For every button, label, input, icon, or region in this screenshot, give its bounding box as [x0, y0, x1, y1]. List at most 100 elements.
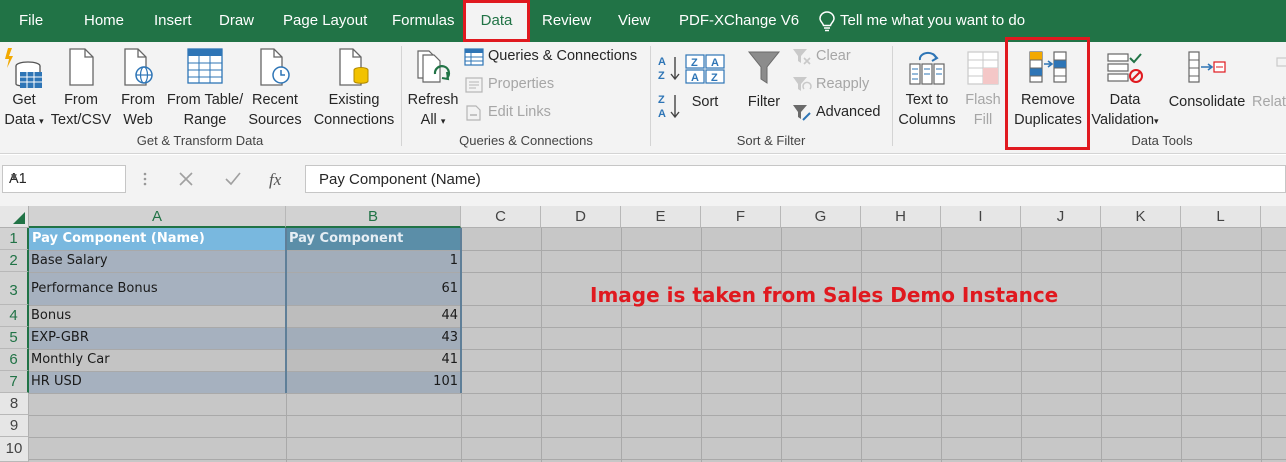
- sort-ascending-icon[interactable]: A Z: [657, 54, 681, 82]
- column-header-a[interactable]: A: [29, 206, 286, 228]
- ribbon-tab-bar: File Home Insert Draw Page Layout Formul…: [0, 0, 1286, 42]
- ribbon-data: Get Data ▾ From Text/CSV From Web From T…: [0, 42, 1286, 154]
- tab-pdf-xchange[interactable]: PDF-XChange V6: [679, 12, 799, 29]
- row-header-10[interactable]: 10: [0, 437, 29, 462]
- cell-b3[interactable]: 61: [441, 281, 458, 296]
- tab-file[interactable]: File: [19, 12, 43, 29]
- tab-view[interactable]: View: [618, 12, 650, 29]
- cell-a4[interactable]: Bonus: [31, 308, 71, 323]
- tab-page-layout[interactable]: Page Layout: [283, 12, 367, 29]
- existing-connections-label-1: Existing: [328, 92, 380, 108]
- row-header-5[interactable]: 5: [0, 327, 29, 349]
- row-header-1[interactable]: 1: [0, 228, 29, 250]
- name-box[interactable]: A1 ▼: [2, 165, 126, 193]
- flash-fill-button[interactable]: Flash Fill: [962, 46, 1004, 130]
- row-header-9[interactable]: 9: [0, 415, 29, 437]
- select-all-triangle-icon: [13, 212, 25, 224]
- data-validation-icon: [1107, 53, 1143, 83]
- filter-button[interactable]: Filter: [740, 46, 788, 130]
- consolidate-label: Consolidate: [1168, 94, 1246, 110]
- existing-connections-button[interactable]: Existing Connections: [310, 46, 398, 130]
- column-header-f[interactable]: F: [701, 206, 781, 228]
- column-header-b[interactable]: B: [286, 206, 461, 228]
- column-header-i[interactable]: I: [941, 206, 1021, 228]
- cell-b5[interactable]: 43: [441, 330, 458, 345]
- cancel-icon[interactable]: [178, 171, 194, 187]
- cell-a1[interactable]: Pay Component (Name): [32, 231, 205, 246]
- band-b2-b3: [286, 250, 461, 305]
- tab-draw[interactable]: Draw: [219, 12, 254, 29]
- formula-input-value: Pay Component (Name): [319, 171, 481, 188]
- chevron-down-icon[interactable]: ▼: [9, 172, 119, 183]
- refresh-all-button[interactable]: Refresh All ▾: [406, 46, 460, 130]
- cell-a2[interactable]: Base Salary: [31, 253, 108, 268]
- clear-filter-icon: [793, 49, 811, 65]
- gridline: [1181, 228, 1182, 462]
- row-header-7[interactable]: 7: [0, 371, 29, 393]
- cell-b4[interactable]: 44: [441, 308, 458, 323]
- column-header-k[interactable]: K: [1101, 206, 1181, 228]
- dropdown-arrow-icon: ▾: [440, 116, 446, 126]
- remove-duplicates-highlight: [1005, 37, 1090, 150]
- group-separator: [892, 46, 893, 146]
- tab-insert[interactable]: Insert: [154, 12, 192, 29]
- consolidate-button[interactable]: Consolidate: [1166, 46, 1248, 130]
- sort-descending-icon[interactable]: Z A: [657, 92, 681, 120]
- tab-home[interactable]: Home: [84, 12, 124, 29]
- gridline: [1261, 228, 1262, 462]
- consolidate-icon: [1188, 51, 1226, 83]
- svg-text:A: A: [658, 108, 666, 120]
- enter-check-icon[interactable]: [224, 171, 242, 187]
- get-data-button[interactable]: Get Data ▾: [2, 46, 46, 130]
- column-header-m[interactable]: [1261, 206, 1286, 228]
- connection-file-icon: [339, 48, 369, 86]
- column-header-h[interactable]: H: [861, 206, 941, 228]
- row-header-2[interactable]: 2: [0, 250, 29, 272]
- column-header-j[interactable]: J: [1021, 206, 1101, 228]
- text-to-columns-button[interactable]: Text to Columns: [896, 46, 958, 130]
- recent-sources-button[interactable]: Recent Sources: [248, 46, 302, 130]
- sort-button[interactable]: Z A A Z Sort: [684, 46, 726, 130]
- tab-review[interactable]: Review: [542, 12, 591, 29]
- cell-b7[interactable]: 101: [433, 374, 458, 389]
- select-all-corner[interactable]: [0, 206, 29, 228]
- cell-b6[interactable]: 41: [441, 352, 458, 367]
- dropdown-arrow-icon: ▾: [39, 116, 44, 126]
- column-header-c[interactable]: C: [461, 206, 541, 228]
- gridline: [29, 250, 1286, 251]
- text-to-columns-label-2: Columns: [898, 112, 956, 128]
- cell-b2[interactable]: 1: [450, 253, 458, 268]
- cell-a7[interactable]: HR USD: [31, 374, 82, 389]
- column-header-g[interactable]: G: [781, 206, 861, 228]
- cell-b1[interactable]: Pay Component: [289, 231, 403, 246]
- row-header-3[interactable]: 3: [0, 272, 29, 305]
- column-header-e[interactable]: E: [621, 206, 701, 228]
- from-text-csv-button[interactable]: From Text/CSV: [50, 46, 112, 130]
- group-label-queries: Queries & Connections: [459, 133, 593, 148]
- tab-data[interactable]: Data: [463, 0, 530, 42]
- tab-data-label: Data: [480, 12, 513, 29]
- group-separator: [650, 46, 651, 146]
- text-to-columns-label-1: Text to: [905, 92, 949, 108]
- svg-text:A: A: [658, 56, 666, 68]
- band-b6: [286, 349, 461, 371]
- formula-input[interactable]: Pay Component (Name): [305, 165, 1286, 193]
- svg-text:Z: Z: [711, 72, 718, 84]
- relationships-button[interactable]: Relati: [1250, 46, 1286, 130]
- row-header-8[interactable]: 8: [0, 393, 29, 415]
- from-web-button[interactable]: From Web: [116, 46, 160, 130]
- cell-a3[interactable]: Performance Bonus: [31, 281, 158, 296]
- tab-formulas[interactable]: Formulas: [392, 12, 455, 29]
- from-table-range-button[interactable]: From Table/ Range: [164, 46, 246, 130]
- insert-function-icon[interactable]: fx: [268, 168, 288, 190]
- selection-border-right: [460, 228, 462, 393]
- from-text-csv-label-1: From: [64, 92, 98, 108]
- row-header-4[interactable]: 4: [0, 305, 29, 327]
- row-header-6[interactable]: 6: [0, 349, 29, 371]
- column-header-l[interactable]: L: [1181, 206, 1261, 228]
- data-validation-button[interactable]: Data Validation▾: [1088, 46, 1162, 130]
- spreadsheet-grid[interactable]: A B C D E F G H I J K L 1 2 3 4 5 6 7 8 …: [0, 206, 1286, 462]
- cell-a5[interactable]: EXP-GBR: [31, 330, 89, 345]
- column-header-d[interactable]: D: [541, 206, 621, 228]
- cell-a6[interactable]: Monthly Car: [31, 352, 110, 367]
